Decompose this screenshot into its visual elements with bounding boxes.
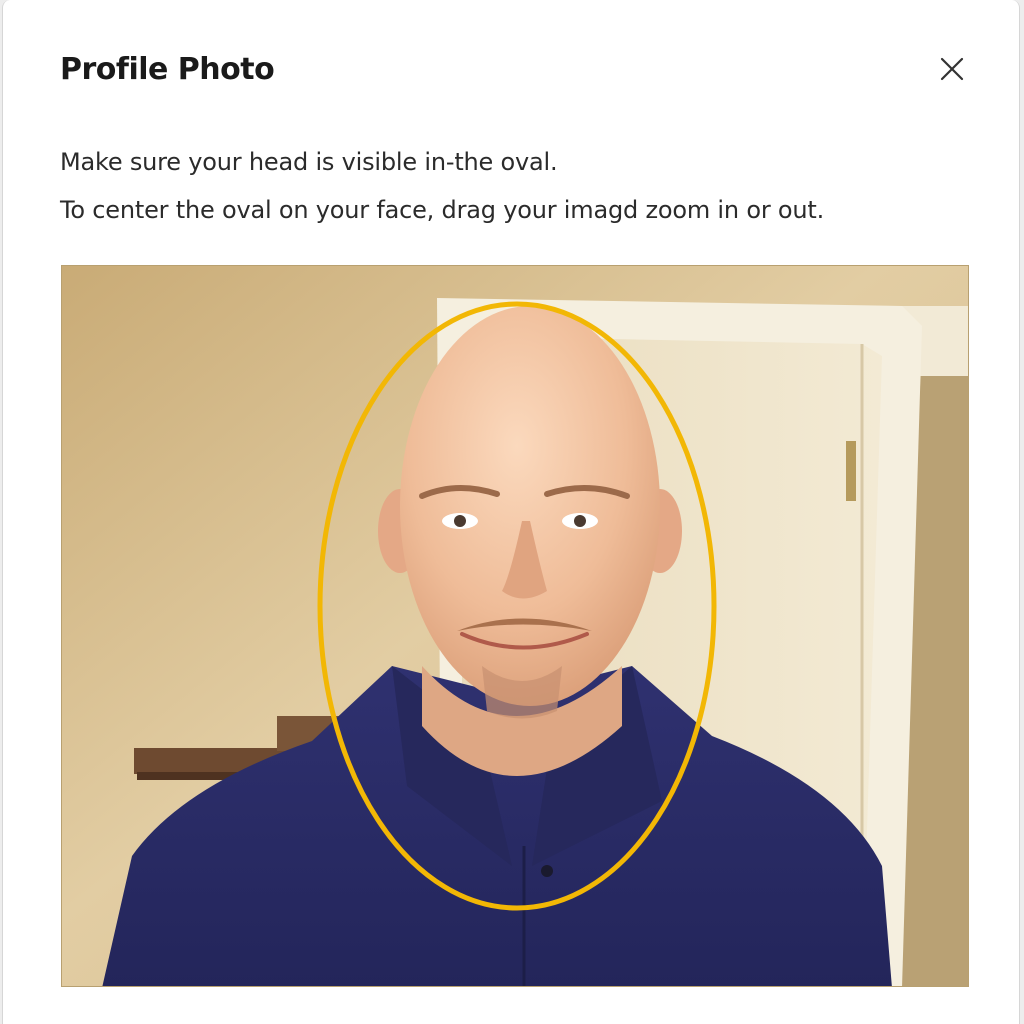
- instruction-line-2: To center the oval on your face, drag yo…: [60, 196, 825, 224]
- instructions: Make sure your head is visible in-the ov…: [60, 138, 960, 234]
- user-photo: [62, 266, 968, 986]
- dialog-title: Profile Photo: [60, 52, 275, 87]
- close-icon: [940, 57, 964, 81]
- instruction-line-1: Make sure your head is visible in-the ov…: [60, 148, 558, 176]
- photo-crop-area[interactable]: [61, 265, 969, 987]
- profile-photo-dialog: Profile Photo Make sure your head is vis…: [2, 0, 1020, 1024]
- close-button[interactable]: [933, 50, 971, 88]
